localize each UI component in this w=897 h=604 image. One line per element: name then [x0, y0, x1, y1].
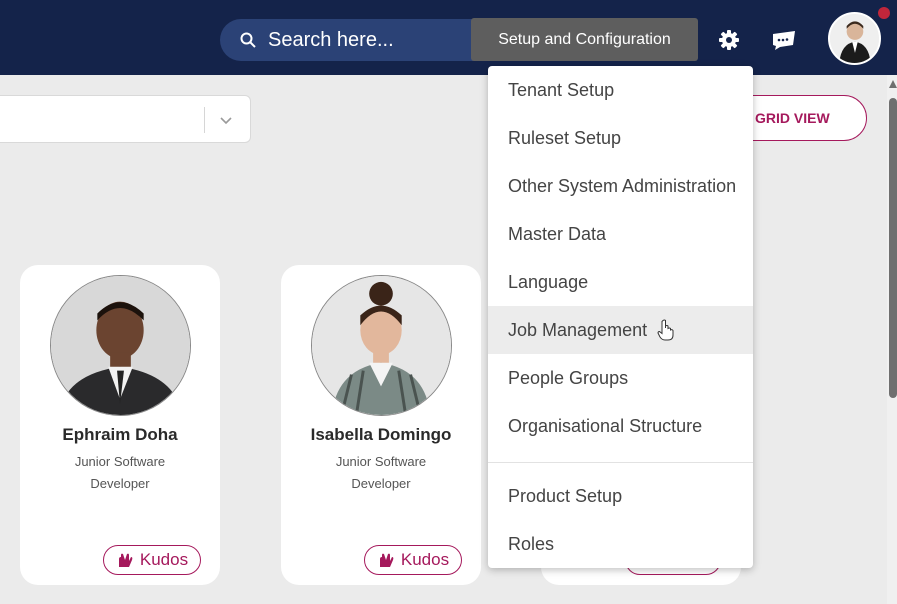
menu-item-label: Roles	[508, 533, 555, 554]
menu-item-product-setup[interactable]: Product Setup	[488, 472, 753, 520]
clapping-hands-icon	[379, 553, 394, 567]
menu-item-roles[interactable]: Roles	[488, 520, 753, 568]
hand-pointer-icon	[657, 319, 674, 341]
chat-icon[interactable]	[770, 28, 798, 52]
search-icon	[240, 32, 256, 48]
notification-dot	[878, 7, 890, 19]
menu-item-ruleset-setup[interactable]: Ruleset Setup	[488, 114, 753, 162]
menu-item-label: Tenant Setup	[508, 79, 615, 100]
kudos-button[interactable]: Kudos	[103, 545, 201, 575]
menu-item-label: Job Management	[508, 319, 648, 340]
search-placeholder: Search here...	[268, 28, 394, 51]
filter-select[interactable]	[0, 95, 251, 143]
scrollbar-thumb[interactable]	[889, 98, 897, 398]
menu-divider	[488, 462, 753, 463]
employee-card[interactable]: Ephraim Doha Junior Software Developer K…	[20, 265, 220, 585]
select-separator	[204, 107, 205, 133]
menu-item-master-data[interactable]: Master Data	[488, 210, 753, 258]
menu-item-organisational-structure[interactable]: Organisational Structure	[488, 402, 753, 450]
clapping-hands-icon	[118, 553, 133, 567]
employee-role: Junior Software Developer	[74, 454, 166, 491]
menu-item-label: Other System Administration	[508, 175, 737, 196]
menu-item-other-system-administration[interactable]: Other System Administration	[488, 162, 753, 210]
employee-photo	[311, 275, 452, 416]
scroll-up-arrow[interactable]	[889, 80, 897, 88]
gear-icon[interactable]	[717, 28, 741, 52]
search-bar[interactable]: Search here...	[220, 19, 510, 61]
kudos-label: Kudos	[139, 550, 189, 569]
settings-tooltip: Setup and Configuration	[471, 18, 698, 61]
setup-configuration-menu: Tenant Setup Ruleset Setup Other System …	[488, 66, 753, 568]
menu-item-label: Language	[508, 271, 589, 292]
menu-item-tenant-setup[interactable]: Tenant Setup	[488, 66, 753, 114]
menu-item-label: Master Data	[508, 223, 607, 244]
chevron-down-icon[interactable]	[218, 112, 234, 128]
menu-item-label: People Groups	[508, 367, 629, 388]
employee-role: Junior Software Developer	[335, 454, 427, 491]
menu-item-people-groups[interactable]: People Groups	[488, 354, 753, 402]
menu-item-job-management[interactable]: Job Management	[488, 306, 753, 354]
menu-item-language[interactable]: Language	[488, 258, 753, 306]
kudos-label: Kudos	[400, 550, 450, 569]
menu-item-label: Product Setup	[508, 485, 623, 506]
kudos-button[interactable]: Kudos	[364, 545, 462, 575]
menu-item-label: Ruleset Setup	[508, 127, 622, 148]
user-avatar[interactable]	[828, 12, 881, 65]
employee-photo	[50, 275, 191, 416]
employee-name: Isabella Domingo	[310, 425, 452, 444]
employee-card[interactable]: Isabella Domingo Junior Software Develop…	[281, 265, 481, 585]
employee-name: Ephraim Doha	[62, 425, 178, 444]
menu-item-label: Organisational Structure	[508, 415, 703, 436]
